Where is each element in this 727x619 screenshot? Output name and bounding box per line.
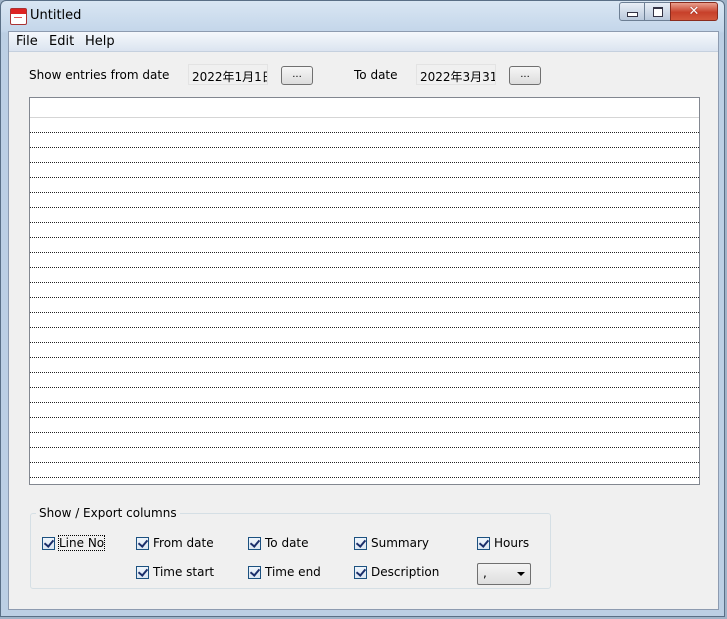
menu-bar: File Edit Help [9, 32, 718, 52]
checkbox-line-no[interactable]: Line No [42, 535, 106, 551]
list-row[interactable] [30, 373, 699, 388]
chevron-down-icon[interactable] [517, 572, 525, 576]
checkbox-label: To date [265, 536, 309, 550]
maximize-icon [652, 6, 663, 17]
list-row[interactable] [30, 148, 699, 163]
list-row[interactable] [30, 418, 699, 433]
maximize-button[interactable] [644, 2, 671, 21]
checkbox-label: Line No [57, 535, 106, 551]
minimize-button[interactable] [619, 2, 645, 21]
checkbox-checked-icon[interactable] [136, 536, 149, 550]
checkbox-to-date[interactable]: To date [248, 536, 309, 550]
list-row[interactable] [30, 223, 699, 238]
list-row[interactable] [30, 133, 699, 148]
list-row[interactable] [30, 208, 699, 223]
list-row[interactable] [30, 118, 699, 133]
to-date-field[interactable]: 2022年3月31日 [416, 64, 496, 85]
menu-help[interactable]: Help [85, 34, 115, 49]
checkbox-description[interactable]: Description [354, 565, 439, 579]
checkbox-label: Summary [371, 536, 429, 550]
list-header[interactable] [30, 98, 699, 118]
list-row[interactable] [30, 193, 699, 208]
checkbox-label: From date [153, 536, 214, 550]
list-row[interactable] [30, 388, 699, 403]
list-row[interactable] [30, 343, 699, 358]
checkbox-checked-icon[interactable] [248, 536, 261, 550]
to-date-picker-button[interactable]: ... [509, 66, 541, 85]
menu-edit[interactable]: Edit [49, 34, 74, 49]
list-row[interactable] [30, 463, 699, 478]
separator-value: , [483, 566, 487, 580]
checkbox-time-start[interactable]: Time start [136, 565, 214, 579]
list-row[interactable] [30, 238, 699, 253]
list-row[interactable] [30, 433, 699, 448]
from-date-label: Show entries from date [29, 68, 170, 82]
to-date-label: To date [354, 68, 398, 82]
checkbox-checked-icon[interactable] [136, 565, 149, 579]
list-row[interactable] [30, 283, 699, 298]
close-icon: ✕ [688, 4, 700, 19]
checkbox-label: Description [371, 565, 440, 579]
list-row[interactable] [30, 163, 699, 178]
checkbox-label: Time end [265, 565, 321, 579]
checkbox-summary[interactable]: Summary [354, 536, 429, 550]
list-row[interactable] [30, 298, 699, 313]
list-row[interactable] [30, 313, 699, 328]
list-row[interactable] [30, 178, 699, 193]
list-row[interactable] [30, 328, 699, 343]
list-row[interactable] [30, 448, 699, 463]
columns-group-title: Show / Export columns [36, 506, 180, 520]
title-bar[interactable]: Untitled ✕ [1, 1, 724, 31]
list-row[interactable] [30, 403, 699, 418]
checkbox-checked-icon[interactable] [42, 536, 55, 550]
checkbox-hours[interactable]: Hours [477, 536, 529, 550]
minimize-icon [626, 12, 638, 17]
checkbox-from-date[interactable]: From date [136, 536, 214, 550]
list-row[interactable] [30, 358, 699, 373]
checkbox-checked-icon[interactable] [354, 536, 367, 550]
client-area: File Edit Help Show entries from date 20… [8, 31, 719, 610]
entries-list[interactable] [29, 97, 700, 485]
close-button[interactable]: ✕ [670, 2, 718, 21]
checkbox-checked-icon[interactable] [354, 565, 367, 579]
checkbox-time-end[interactable]: Time end [248, 565, 321, 579]
checkbox-label: Hours [494, 536, 530, 550]
from-date-field[interactable]: 2022年1月1日 [188, 64, 268, 85]
menu-file[interactable]: File [16, 34, 38, 49]
checkbox-label: Time start [153, 565, 215, 579]
from-date-picker-button[interactable]: ... [281, 66, 313, 85]
app-window: Untitled ✕ File Edit Help Show entries f… [0, 0, 725, 617]
checkbox-checked-icon[interactable] [248, 565, 261, 579]
checkbox-checked-icon[interactable] [477, 536, 490, 550]
window-title: Untitled [30, 8, 82, 23]
list-row[interactable] [30, 268, 699, 283]
list-row[interactable] [30, 253, 699, 268]
separator-select[interactable]: , [477, 563, 531, 585]
app-icon [10, 8, 27, 25]
